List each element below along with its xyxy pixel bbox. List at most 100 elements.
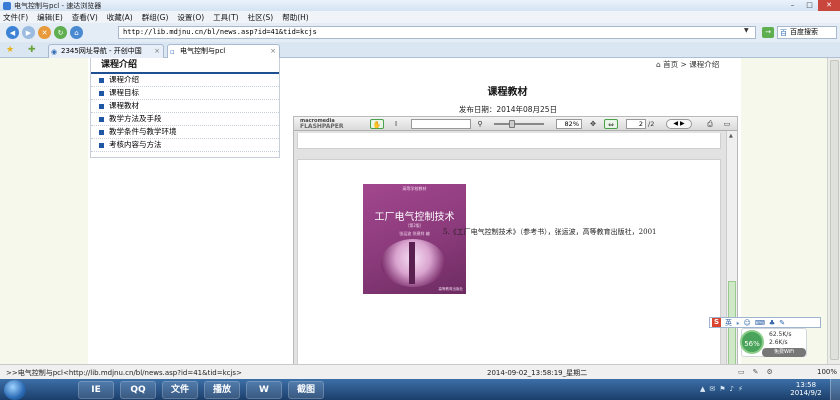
clock-time: 13:58 <box>795 381 817 389</box>
status-bar: >>电气控制与pcl<http://lib.mdjnu.cn/bl/news.a… <box>0 364 840 379</box>
print-icon[interactable]: ⎙ <box>704 119 716 129</box>
back-button[interactable]: ◀ <box>6 26 19 39</box>
start-button[interactable] <box>4 380 26 400</box>
taskbar-qq-icon[interactable]: QQ <box>120 381 156 399</box>
menu-edit[interactable]: 编辑(E) <box>37 12 63 23</box>
free-wifi-button[interactable]: 免费WiFi <box>762 348 806 357</box>
download-speed: 2.6K/s <box>769 339 788 346</box>
text-select-icon[interactable]: I <box>392 119 400 129</box>
system-clock[interactable]: 13:58 2014/9/2 <box>790 381 822 397</box>
bullet-icon <box>99 77 104 83</box>
zoom-slider-handle[interactable] <box>509 120 515 128</box>
tab-course[interactable]: ▫ 电气控制与pcl × <box>167 44 280 58</box>
fit-width-icon[interactable]: ⇔ <box>604 119 618 129</box>
url-dropdown-icon[interactable]: ▼ <box>744 27 749 34</box>
network-percent: 56% <box>740 330 764 354</box>
sidebar-item-label: 教学条件与教学环境 <box>109 127 177 136</box>
skin-icon[interactable]: ♣ <box>769 319 775 327</box>
find-input[interactable] <box>411 119 471 129</box>
logo-bottom: FLASHPAPER <box>300 123 344 130</box>
fit-page-icon[interactable]: ✥ <box>587 119 599 129</box>
sidebar-item-label: 考核内容与方法 <box>109 140 162 149</box>
cover-tower-graphic <box>409 242 415 284</box>
zoom-input[interactable]: 82% <box>556 119 582 129</box>
status-zoom[interactable]: 100% <box>817 368 837 376</box>
close-tab-icon[interactable]: × <box>270 45 276 57</box>
system-tray-icons[interactable]: ▲✉⚑♪⚡ <box>700 385 747 393</box>
viewer-scrollbar[interactable]: ▲ <box>726 131 737 364</box>
window-controls: – □ ✕ <box>784 0 840 11</box>
previous-page <box>297 133 721 149</box>
bullet-icon <box>99 142 104 148</box>
home-button[interactable]: ⌂ <box>70 26 83 39</box>
viewer-toolbar: macromedia FLASHPAPER ✋ I ⚲ 82% ✥ ⇔ 2 /2… <box>294 117 737 131</box>
show-desktop-button[interactable] <box>830 379 840 400</box>
sidebar-title: 课程介绍 <box>91 58 279 74</box>
taskbar-ie-icon[interactable]: IE <box>78 381 114 399</box>
close-tab-icon[interactable]: × <box>154 45 160 57</box>
page-total: /2 <box>648 120 655 128</box>
browser-logo-icon <box>3 1 11 10</box>
scroll-up-icon[interactable]: ▲ <box>729 133 733 139</box>
emoji-icon[interactable]: ☺ <box>744 319 751 327</box>
page-nav-buttons[interactable]: ◀ ▶ <box>666 119 692 129</box>
taskbar-player-icon[interactable]: 播放 <box>204 381 240 399</box>
breadcrumb-current[interactable]: 课程介绍 <box>689 60 719 69</box>
network-monitor[interactable]: 56% 62.5K/s 2.6K/s 免费WiFi <box>740 328 807 357</box>
page-scrollbar[interactable] <box>827 58 840 364</box>
status-link: >>电气控制与pcl<http://lib.mdjnu.cn/bl/news.a… <box>6 369 242 377</box>
status-icons[interactable]: ▭✎⚙ <box>738 368 781 376</box>
publish-date: 发布日期：2014年08月25日 <box>458 105 558 114</box>
ime-toolbar[interactable]: S 英 ⁎ ☺ ⌨ ♣ ✎ <box>709 317 821 328</box>
tab-2345[interactable]: ◉ 2345网址导航 - 开创中国 × <box>48 44 164 58</box>
punctuation-icon[interactable]: ⁎ <box>736 319 740 327</box>
book-publisher: 高等教育出版社 <box>438 287 464 291</box>
tools-icon[interactable]: ✎ <box>779 319 785 327</box>
keyboard-icon[interactable]: ⌨ <box>755 319 765 327</box>
menu-tools[interactable]: 工具(T) <box>213 12 238 23</box>
go-button[interactable]: → <box>762 27 774 38</box>
refresh-button[interactable]: ↻ <box>54 26 67 39</box>
sogou-icon: S <box>712 318 721 327</box>
maximize-button[interactable]: □ <box>801 0 818 11</box>
baidu-icon: 百 <box>780 29 787 37</box>
breadcrumb: ⌂ 首页 > 课程介绍 <box>656 59 719 70</box>
book-title: 工厂电气控制技术 <box>374 212 455 223</box>
sidebar-item-assessment[interactable]: 考核内容与方法 <box>91 139 279 152</box>
minimize-button[interactable]: – <box>784 0 801 11</box>
page-scroll-thumb[interactable] <box>830 60 839 360</box>
search-input[interactable]: 百 百度搜索 <box>777 26 837 39</box>
taskbar-capture-icon[interactable]: 截图 <box>288 381 324 399</box>
menu-settings[interactable]: 设置(O) <box>177 12 204 23</box>
menu-file[interactable]: 文件(F) <box>3 12 28 23</box>
close-button[interactable]: ✕ <box>818 0 840 11</box>
zoom-slider[interactable] <box>494 123 544 125</box>
page-number-input[interactable]: 2 <box>626 119 646 129</box>
book-cover-image: 高等学校教材 工厂电气控制技术 （第2版） 张运波 徐建祥 编 高等教育出版社 <box>363 184 466 294</box>
favorites-star-icon[interactable]: ★ <box>6 45 14 55</box>
menu-groups[interactable]: 群组(G) <box>142 12 169 23</box>
book-series: 高等学校教材 <box>402 186 427 191</box>
stop-button[interactable]: ✕ <box>38 26 51 39</box>
breadcrumb-separator: > <box>680 60 687 69</box>
flashpaper-logo: macromedia FLASHPAPER <box>300 118 344 130</box>
forward-button[interactable]: ▶ <box>22 26 35 39</box>
menu-bar: 文件(F) 编辑(E) 查看(V) 收藏(A) 群组(G) 设置(O) 工具(T… <box>0 11 840 23</box>
hand-tool-icon[interactable]: ✋ <box>370 119 384 129</box>
taskbar-explorer-icon[interactable]: 文件 <box>162 381 198 399</box>
menu-favorites[interactable]: 收藏(A) <box>107 12 133 23</box>
flashpaper-viewer[interactable]: macromedia FLASHPAPER ✋ I ⚲ 82% ✥ ⇔ 2 /2… <box>293 116 738 364</box>
taskbar: IE QQ 文件 播放 W 截图 ▲✉⚑♪⚡ 13:58 2014/9/2 <box>0 379 840 400</box>
sidebar-item-conditions[interactable]: 教学条件与教学环境 <box>91 126 279 139</box>
add-favorite-icon[interactable]: ✚ <box>28 45 36 55</box>
menu-community[interactable]: 社区(S) <box>248 12 274 23</box>
magnifier-icon[interactable]: ⚲ <box>475 119 485 129</box>
taskbar-word-icon[interactable]: W <box>246 381 282 399</box>
url-input[interactable]: http://lib.mdjnu.cn/bl/news.asp?id=41&ti… <box>118 26 756 39</box>
breadcrumb-home[interactable]: 首页 <box>663 60 678 69</box>
ime-mode[interactable]: 英 <box>725 318 732 328</box>
menu-view[interactable]: 查看(V) <box>72 12 98 23</box>
bullet-icon <box>99 116 104 122</box>
menu-help[interactable]: 帮助(H) <box>282 12 309 23</box>
options-icon[interactable]: ▭ <box>721 119 733 129</box>
